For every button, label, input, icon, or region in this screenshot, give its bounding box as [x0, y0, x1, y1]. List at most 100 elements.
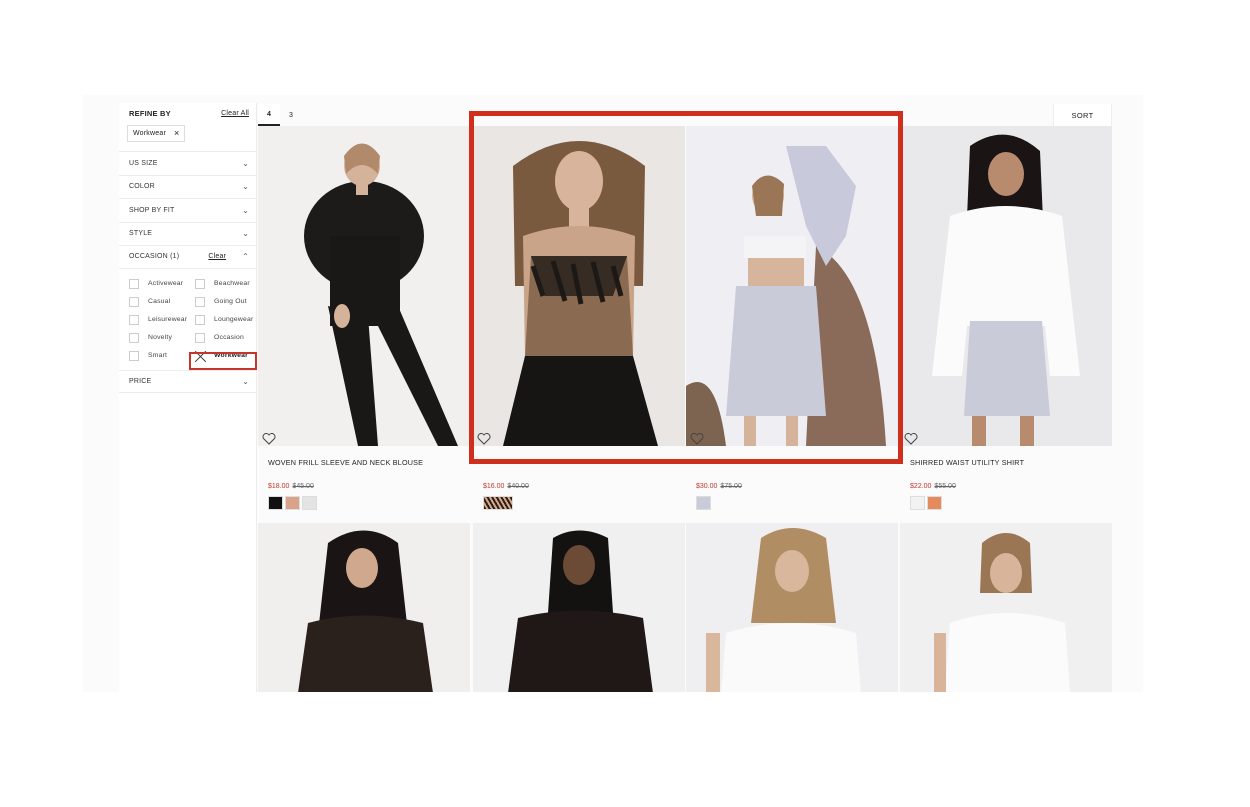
filter-chip-workwear[interactable]: Workwear ×	[127, 125, 186, 142]
option-workwear[interactable]: Workwear	[195, 350, 261, 362]
product-card[interactable]: SHIRRED WAIST UTILITY SHIRT $22.00 $55.00	[900, 126, 1112, 510]
product-card[interactable]	[900, 523, 1112, 692]
heart-icon[interactable]	[690, 432, 704, 445]
option-activewear[interactable]: Activewear	[129, 278, 195, 290]
option-occasion[interactable]: Occasion	[195, 332, 261, 344]
checkbox[interactable]	[129, 332, 139, 343]
swatch-tan[interactable]	[285, 496, 300, 510]
chevron-down-icon: ⌄	[242, 205, 249, 215]
facet-color[interactable]: COLOR ⌄	[119, 174, 256, 199]
sale-price: $22.00	[910, 483, 932, 490]
option-label: Novelty	[148, 334, 173, 341]
checkbox[interactable]	[129, 278, 139, 289]
product-card[interactable]: $16.00 $40.00	[473, 126, 685, 510]
option-label: Casual	[148, 298, 171, 305]
product-name[interactable]: WOVEN FRILL SLEEVE AND NECK BLOUSE	[258, 458, 470, 468]
option-label: Smart	[148, 352, 168, 359]
checkbox-checked[interactable]	[195, 351, 205, 361]
checkbox[interactable]	[195, 314, 205, 325]
filter-chip-label: Workwear	[133, 130, 166, 137]
product-price: $22.00 $55.00	[900, 483, 1112, 490]
product-image[interactable]	[473, 126, 685, 446]
chevron-down-icon: ⌄	[242, 158, 249, 168]
product-image[interactable]	[900, 523, 1112, 692]
checkbox[interactable]	[129, 314, 139, 325]
product-card[interactable]: $30.00 $75.00	[686, 126, 898, 510]
occasion-clear-link[interactable]: Clear	[208, 253, 226, 260]
facet-occasion[interactable]: OCCASION (1) Clear ⌃	[119, 245, 256, 269]
sale-price: $30.00	[696, 483, 718, 490]
option-loungewear[interactable]: Loungewear	[195, 314, 261, 326]
product-card[interactable]: WOVEN FRILL SLEEVE AND NECK BLOUSE $18.0…	[258, 126, 470, 510]
option-label: Occasion	[214, 334, 244, 341]
heart-icon[interactable]	[904, 432, 918, 445]
product-price: $16.00 $40.00	[473, 483, 685, 490]
swatch-zebra[interactable]	[483, 496, 513, 510]
close-icon[interactable]: ×	[174, 129, 179, 138]
facet-shop-by-fit[interactable]: SHOP BY FIT ⌄	[119, 198, 256, 222]
product-image[interactable]	[900, 126, 1112, 446]
option-casual[interactable]: Casual	[129, 296, 195, 308]
product-name[interactable]	[473, 458, 685, 468]
product-image[interactable]	[473, 523, 685, 692]
sale-price: $18.00	[268, 483, 290, 490]
product-card[interactable]	[258, 523, 470, 692]
product-image[interactable]	[686, 523, 898, 692]
refine-header: REFINE BY Clear All	[119, 103, 256, 119]
grid-view-toggle: 4 3	[258, 104, 302, 126]
option-novelty[interactable]: Novelty	[129, 332, 195, 344]
facet-style[interactable]: STYLE ⌄	[119, 221, 256, 246]
option-label: Going Out	[214, 298, 247, 305]
facet-label: STYLE	[129, 230, 153, 238]
facet-label: COLOR	[129, 183, 155, 191]
facet-label: SHOP BY FIT	[129, 206, 175, 214]
product-card[interactable]	[473, 523, 685, 692]
checkbox[interactable]	[195, 332, 205, 343]
facet-price[interactable]: PRICE ⌄	[119, 369, 256, 393]
color-swatches	[258, 496, 470, 510]
refine-title: REFINE BY	[129, 108, 171, 118]
chevron-up-icon: ⌃	[242, 252, 249, 262]
view-4-columns[interactable]: 4	[258, 104, 280, 126]
checkbox[interactable]	[195, 296, 205, 307]
heart-icon[interactable]	[477, 432, 491, 445]
option-label: Workwear	[214, 352, 248, 359]
swatch-lilac[interactable]	[696, 496, 711, 510]
checkbox[interactable]	[195, 278, 205, 289]
option-leisurewear[interactable]: Leisurewear	[129, 314, 195, 326]
refine-sidebar: REFINE BY Clear All Workwear × US SIZE ⌄…	[119, 103, 257, 692]
option-label: Activewear	[148, 280, 184, 287]
original-price: $55.00	[934, 483, 956, 490]
active-filters: Workwear ×	[119, 119, 256, 151]
option-going-out[interactable]: Going Out	[195, 296, 261, 308]
facet-label: US SIZE	[129, 159, 158, 167]
swatch-white[interactable]	[302, 496, 317, 510]
facet-label: OCCASION (1)	[129, 253, 180, 261]
product-image[interactable]	[686, 126, 898, 446]
option-label: Beachwear	[214, 280, 250, 287]
product-card[interactable]	[686, 523, 898, 692]
clear-all-link[interactable]: Clear All	[221, 110, 249, 117]
option-smart[interactable]: Smart	[129, 350, 195, 362]
swatch-orange[interactable]	[927, 496, 942, 510]
page-canvas: REFINE BY Clear All Workwear × US SIZE ⌄…	[83, 95, 1143, 692]
sort-button[interactable]: SORT	[1053, 104, 1112, 126]
sale-price: $16.00	[483, 483, 505, 490]
original-price: $75.00	[720, 483, 742, 490]
checkbox[interactable]	[129, 350, 139, 361]
product-image[interactable]	[258, 523, 470, 692]
chevron-down-icon: ⌄	[242, 229, 249, 239]
product-name[interactable]: SHIRRED WAIST UTILITY SHIRT	[900, 458, 1112, 468]
swatch-white[interactable]	[910, 496, 925, 510]
checkbox[interactable]	[129, 296, 139, 307]
original-price: $40.00	[507, 483, 529, 490]
swatch-black[interactable]	[268, 496, 283, 510]
facet-us-size[interactable]: US SIZE ⌄	[119, 151, 256, 175]
color-swatches	[900, 496, 1112, 510]
product-image[interactable]	[258, 126, 470, 446]
heart-icon[interactable]	[262, 432, 276, 445]
option-beachwear[interactable]: Beachwear	[195, 278, 261, 290]
view-3-columns[interactable]: 3	[280, 104, 302, 126]
product-price: $18.00 $45.00	[258, 483, 470, 490]
product-name[interactable]	[686, 458, 898, 468]
